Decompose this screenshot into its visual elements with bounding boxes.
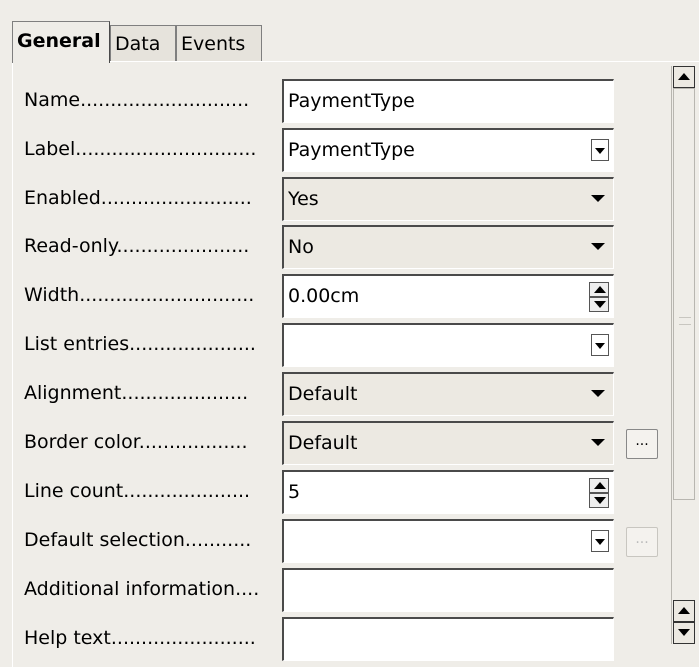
property-label-text: Read-only xyxy=(24,235,117,257)
property-label: Read-only...................... xyxy=(24,229,276,263)
spin-down-icon[interactable] xyxy=(589,493,609,508)
property-label: Width............................. xyxy=(24,278,276,312)
spin-down-icon[interactable] xyxy=(589,297,609,312)
field-value: Default xyxy=(288,432,358,454)
scroll-up-icon[interactable] xyxy=(673,66,695,88)
listbox[interactable]: No xyxy=(282,225,614,269)
property-label: Name............................ xyxy=(24,83,276,117)
leader-dots: .............................. xyxy=(75,138,257,160)
scroll-up-icon[interactable] xyxy=(673,600,695,622)
leader-dots: ..................... xyxy=(121,382,249,404)
leader-dots: ............................. xyxy=(79,284,255,306)
dropdown-arrow-icon[interactable] xyxy=(591,195,605,202)
dropdown-arrow-icon[interactable] xyxy=(591,243,605,250)
property-label-text: Help text xyxy=(24,627,111,649)
property-label-text: Width xyxy=(24,284,80,306)
field-value: PaymentType xyxy=(288,139,415,161)
spin-field[interactable]: 0.00cm xyxy=(282,274,614,318)
scroll-down-icon[interactable] xyxy=(673,622,695,644)
field-value: PaymentType xyxy=(288,90,415,112)
scroll-track[interactable] xyxy=(673,88,695,500)
property-label: Line count..................... xyxy=(24,474,276,508)
leader-dots: ..................... xyxy=(123,480,251,502)
leader-dots: .................. xyxy=(138,431,248,453)
dropdown-button-icon[interactable] xyxy=(591,139,609,161)
dropdown-button-icon[interactable] xyxy=(591,530,609,552)
property-label-text: Name xyxy=(24,89,81,111)
leader-dots: ........................ xyxy=(110,627,256,649)
spin-up-icon[interactable] xyxy=(589,478,609,493)
property-label: Alignment..................... xyxy=(24,376,276,410)
listbox[interactable]: Default xyxy=(282,372,614,416)
tab-data[interactable]: Data xyxy=(110,25,176,61)
ellipsis-button[interactable]: ... xyxy=(626,429,658,459)
spin-buttons[interactable] xyxy=(589,282,609,312)
property-label: Additional information.... xyxy=(24,572,276,606)
text-field[interactable] xyxy=(282,617,614,661)
scroll-grip xyxy=(679,317,691,325)
leader-dots: ...................... xyxy=(116,235,250,257)
property-label-text: Alignment xyxy=(24,382,122,404)
spin-buttons[interactable] xyxy=(589,478,609,508)
property-label: Help text........................ xyxy=(24,621,276,655)
spin-up-icon[interactable] xyxy=(589,282,609,297)
leader-dots: ......................... xyxy=(100,187,252,209)
spin-field[interactable]: 5 xyxy=(282,470,614,514)
property-label-text: Line count xyxy=(24,480,124,502)
field-value: No xyxy=(288,236,314,258)
combo-field[interactable]: PaymentType xyxy=(282,128,614,172)
property-label: List entries..................... xyxy=(24,327,276,361)
dropdown-button-icon[interactable] xyxy=(591,334,609,356)
field-value: 5 xyxy=(288,481,301,503)
field-value: Yes xyxy=(288,188,319,210)
property-label-text: Additional information xyxy=(24,578,236,600)
property-label: Enabled......................... xyxy=(24,181,276,215)
property-label: Label.............................. xyxy=(24,132,276,166)
text-field[interactable]: PaymentType xyxy=(282,79,614,123)
field-value: Default xyxy=(288,383,358,405)
leader-dots: ............................ xyxy=(80,89,250,111)
dropdown-arrow-icon[interactable] xyxy=(591,390,605,397)
field-value: 0.00cm xyxy=(288,285,360,307)
property-label-text: List entries xyxy=(24,333,130,355)
leader-dots: .... xyxy=(235,578,260,600)
tab-events[interactable]: Events xyxy=(176,25,262,61)
listbox[interactable]: Default xyxy=(282,421,614,465)
ellipsis-button: ... xyxy=(626,527,658,557)
property-label-text: Enabled xyxy=(24,187,101,209)
combo-field[interactable] xyxy=(282,323,614,367)
text-field[interactable] xyxy=(282,568,614,612)
dropdown-arrow-icon[interactable] xyxy=(591,439,605,446)
leader-dots: ........... xyxy=(184,529,252,551)
vertical-scrollbar[interactable] xyxy=(671,66,697,644)
property-label-text: Default selection xyxy=(24,529,185,551)
tab-general[interactable]: General xyxy=(12,21,110,63)
combo-field[interactable] xyxy=(282,519,614,563)
property-label-text: Border color xyxy=(24,431,139,453)
property-label: Border color.................. xyxy=(24,425,276,459)
listbox[interactable]: Yes xyxy=(282,177,614,221)
property-label-text: Label xyxy=(24,138,76,160)
property-label: Default selection........... xyxy=(24,523,276,557)
leader-dots: ..................... xyxy=(129,333,256,355)
